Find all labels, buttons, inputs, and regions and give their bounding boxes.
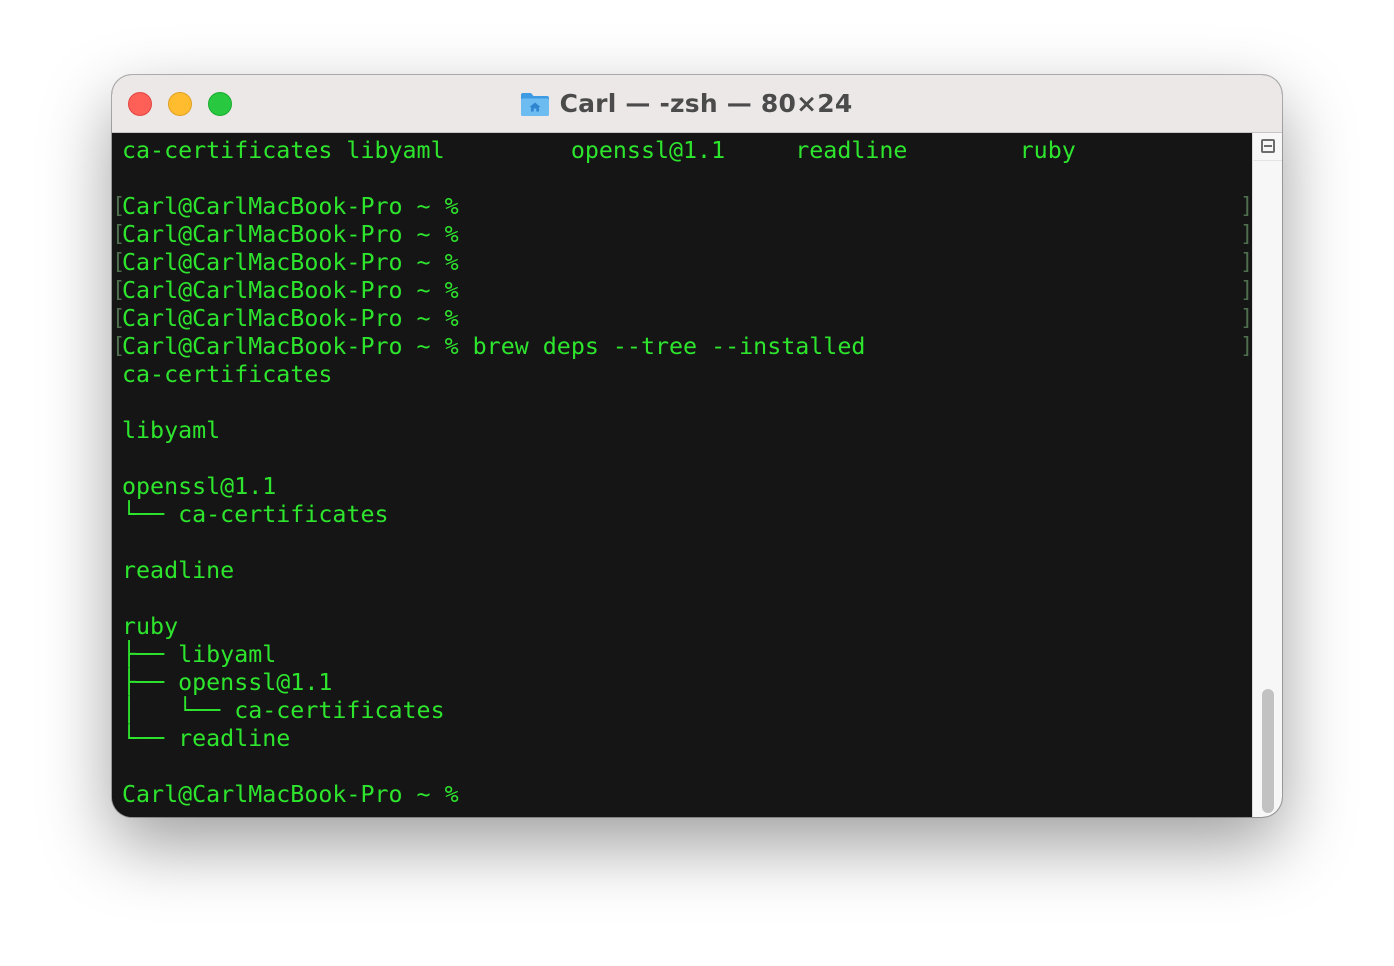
title-bar[interactable]: Carl — -zsh — 80×24 <box>112 75 1282 133</box>
terminal-output[interactable]: ca-certificates libyaml openssl@1.1 read… <box>112 133 1252 817</box>
output-line: ca-certificates <box>122 361 333 388</box>
output-line: openssl@1.1 <box>122 473 277 500</box>
mark-bracket-right: ] <box>1240 334 1252 359</box>
output-line: libyaml <box>122 417 221 444</box>
home-folder-icon <box>520 92 549 116</box>
mark-bracket-right: ] <box>1240 306 1252 331</box>
scrollbar-thumb[interactable] <box>1262 689 1274 813</box>
mark-bracket-right: ] <box>1240 250 1252 275</box>
prompt-line: Carl@CarlMacBook-Pro ~ % <box>122 305 459 332</box>
split-divider <box>1253 160 1282 161</box>
output-line: └── readline <box>122 725 291 752</box>
vertical-scrollbar[interactable] <box>1252 133 1282 817</box>
output-line: │ └── ca-certificates <box>122 697 445 724</box>
output-line: ca-certificates libyaml openssl@1.1 read… <box>122 137 1076 164</box>
output-line: ├── openssl@1.1 <box>122 669 333 696</box>
prompt-line: Carl@CarlMacBook-Pro ~ % <box>122 193 459 220</box>
mark-bracket-right: ] <box>1240 194 1252 219</box>
mark-bracket-right: ] <box>1240 278 1252 303</box>
window-title-group: Carl — -zsh — 80×24 <box>112 75 1282 132</box>
command-line: Carl@CarlMacBook-Pro ~ % brew deps --tre… <box>122 333 866 360</box>
window-title: Carl — -zsh — 80×24 <box>559 89 853 118</box>
terminal-window: Carl — -zsh — 80×24 ca-certificates liby… <box>112 75 1282 817</box>
current-prompt[interactable]: Carl@CarlMacBook-Pro ~ % <box>122 781 459 809</box>
mark-bracket-right: ] <box>1240 222 1252 247</box>
output-line: └── ca-certificates <box>122 501 389 528</box>
prompt-line: Carl@CarlMacBook-Pro ~ % <box>122 277 459 304</box>
output-line: ruby <box>122 613 179 640</box>
output-line: readline <box>122 557 235 584</box>
split-pane-icon[interactable] <box>1261 139 1275 153</box>
output-line: ├── libyaml <box>122 641 277 668</box>
prompt-line: Carl@CarlMacBook-Pro ~ % <box>122 221 459 248</box>
prompt-line: Carl@CarlMacBook-Pro ~ % <box>122 249 459 276</box>
